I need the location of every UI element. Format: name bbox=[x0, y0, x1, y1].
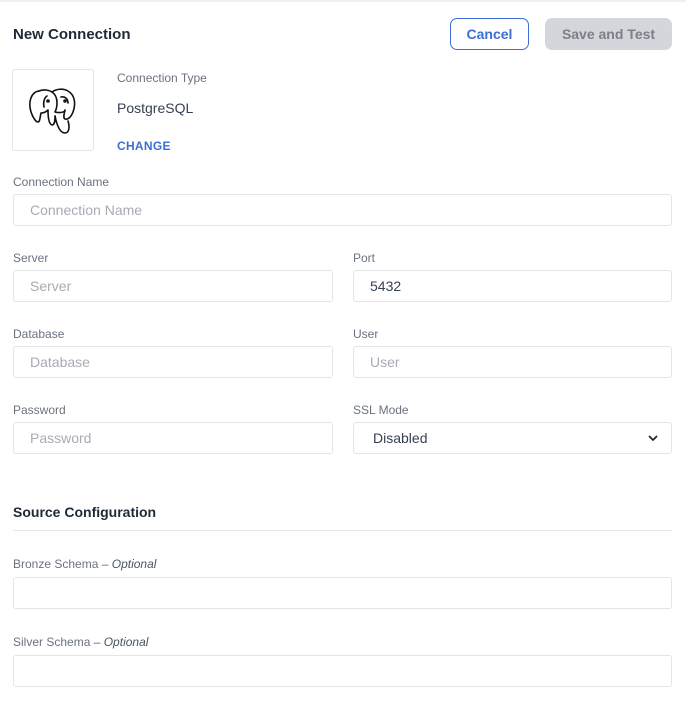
section-divider bbox=[13, 530, 672, 531]
server-input[interactable] bbox=[13, 270, 333, 302]
bronze-schema-label: Bronze Schema – Optional bbox=[13, 557, 156, 571]
silver-schema-optional: – Optional bbox=[93, 635, 149, 649]
page-title: New Connection bbox=[13, 26, 131, 43]
silver-schema-input[interactable] bbox=[13, 655, 672, 687]
user-input[interactable] bbox=[353, 346, 672, 378]
save-and-test-button[interactable]: Save and Test bbox=[545, 18, 672, 50]
cancel-button[interactable]: Cancel bbox=[450, 18, 529, 50]
change-connection-type-link[interactable]: CHANGE bbox=[117, 139, 171, 153]
silver-schema-label: Silver Schema – Optional bbox=[13, 635, 148, 649]
bronze-schema-optional: – Optional bbox=[101, 557, 157, 571]
top-border bbox=[0, 0, 686, 2]
connection-type-label: Connection Type bbox=[117, 71, 207, 85]
user-label: User bbox=[353, 327, 379, 341]
password-input[interactable] bbox=[13, 422, 333, 454]
chevron-down-icon bbox=[648, 435, 658, 441]
ssl-mode-value: Disabled bbox=[373, 430, 428, 446]
connection-type-value: PostgreSQL bbox=[117, 100, 194, 116]
port-input[interactable] bbox=[353, 270, 672, 302]
ssl-mode-label: SSL Mode bbox=[353, 403, 409, 417]
bronze-schema-label-text: Bronze Schema bbox=[13, 557, 99, 571]
connection-name-input[interactable] bbox=[13, 194, 672, 226]
connection-type-logo bbox=[12, 69, 94, 151]
bronze-schema-input[interactable] bbox=[13, 577, 672, 609]
postgresql-elephant-icon bbox=[29, 88, 76, 134]
port-label: Port bbox=[353, 251, 376, 265]
connection-name-label: Connection Name bbox=[13, 175, 110, 189]
database-label: Database bbox=[13, 327, 65, 341]
source-configuration-title: Source Configuration bbox=[13, 504, 157, 520]
database-input[interactable] bbox=[13, 346, 333, 378]
password-label: Password bbox=[13, 403, 66, 417]
silver-schema-label-text: Silver Schema bbox=[13, 635, 91, 649]
ssl-mode-select[interactable]: Disabled bbox=[353, 422, 672, 454]
server-label: Server bbox=[13, 251, 49, 265]
